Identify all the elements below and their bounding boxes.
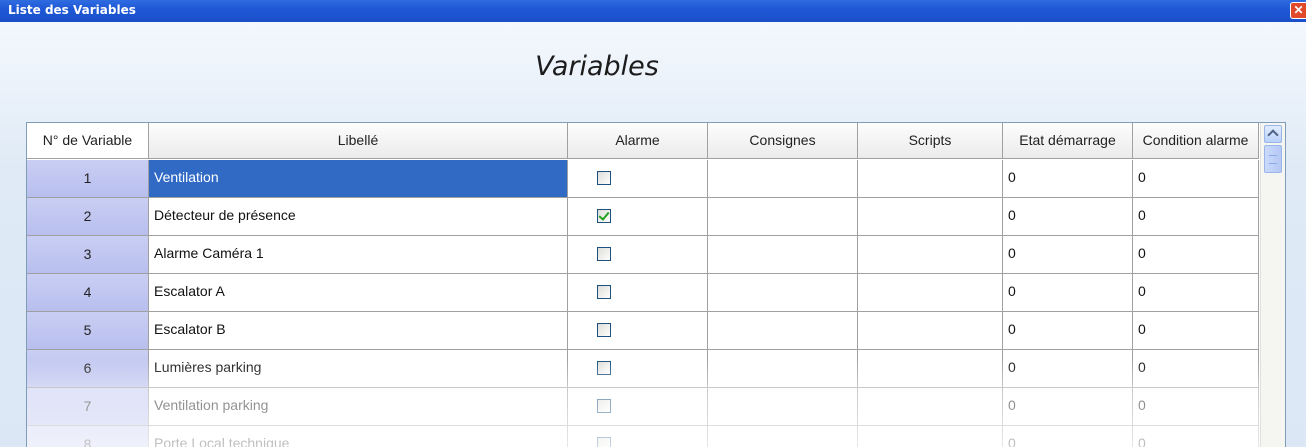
title-bar[interactable]: Liste des Variables ✕: [0, 0, 1306, 22]
row-label[interactable]: Alarme Caméra 1: [149, 236, 568, 274]
row-etat-demarrage[interactable]: 0: [1003, 350, 1133, 388]
close-icon: ✕: [1293, 3, 1304, 17]
row-label[interactable]: Escalator B: [149, 312, 568, 350]
column-header-etat-demarrage[interactable]: Etat démarrage: [1003, 123, 1133, 159]
row-label[interactable]: Porte Local technique: [149, 426, 568, 447]
column-header-alarm[interactable]: Alarme: [568, 123, 708, 159]
row-consignes[interactable]: [708, 312, 858, 350]
row-condition-alarme[interactable]: 0: [1133, 160, 1259, 198]
row-number[interactable]: 1: [27, 160, 149, 198]
alarm-checkbox[interactable]: [597, 323, 611, 337]
row-label[interactable]: Détecteur de présence: [149, 198, 568, 236]
window-title: Liste des Variables: [8, 3, 136, 17]
row-condition-alarme[interactable]: 0: [1133, 312, 1259, 350]
table-row[interactable]: 8 Porte Local technique 0 0: [27, 426, 1259, 447]
row-alarm[interactable]: [568, 350, 708, 388]
row-etat-demarrage[interactable]: 0: [1003, 236, 1133, 274]
row-number[interactable]: 3: [27, 236, 149, 274]
row-alarm[interactable]: [568, 388, 708, 426]
row-alarm[interactable]: [568, 198, 708, 236]
row-alarm[interactable]: [568, 426, 708, 447]
row-label[interactable]: Ventilation parking: [149, 388, 568, 426]
alarm-checkbox[interactable]: [597, 209, 611, 223]
row-number[interactable]: 8: [27, 426, 149, 447]
row-consignes[interactable]: [708, 350, 858, 388]
row-number[interactable]: 2: [27, 198, 149, 236]
row-condition-alarme[interactable]: 0: [1133, 426, 1259, 447]
row-etat-demarrage[interactable]: 0: [1003, 312, 1133, 350]
row-number[interactable]: 6: [27, 350, 149, 388]
row-consignes[interactable]: [708, 388, 858, 426]
table-row[interactable]: 1 Ventilation 0 0: [27, 160, 1259, 198]
row-etat-demarrage[interactable]: 0: [1003, 388, 1133, 426]
row-alarm[interactable]: [568, 236, 708, 274]
row-consignes[interactable]: [708, 198, 858, 236]
row-label[interactable]: Escalator A: [149, 274, 568, 312]
variables-grid: N° de Variable Libellé Alarme Consignes …: [26, 122, 1286, 447]
chevron-up-icon[interactable]: [1264, 125, 1282, 143]
row-etat-demarrage[interactable]: 0: [1003, 426, 1133, 447]
row-scripts[interactable]: [858, 388, 1003, 426]
table-row[interactable]: 4 Escalator A 00: [27, 274, 1259, 312]
row-etat-demarrage[interactable]: 0: [1003, 160, 1133, 198]
row-scripts[interactable]: [858, 312, 1003, 350]
alarm-checkbox[interactable]: [597, 361, 611, 375]
row-consignes[interactable]: [708, 274, 858, 312]
table-row[interactable]: 3 Alarme Caméra 1 00: [27, 236, 1259, 274]
row-etat-demarrage[interactable]: 0: [1003, 198, 1133, 236]
row-condition-alarme[interactable]: 0: [1133, 236, 1259, 274]
column-header-consignes[interactable]: Consignes: [708, 123, 858, 159]
alarm-checkbox[interactable]: [597, 247, 611, 261]
row-scripts[interactable]: [858, 160, 1003, 198]
row-number[interactable]: 5: [27, 312, 149, 350]
row-consignes[interactable]: [708, 160, 858, 198]
scroll-thumb[interactable]: [1264, 145, 1282, 173]
row-scripts[interactable]: [858, 350, 1003, 388]
table-row[interactable]: 2 Détecteur de présence 0 0: [27, 198, 1259, 236]
row-alarm[interactable]: [568, 274, 708, 312]
alarm-checkbox[interactable]: [597, 171, 611, 185]
alarm-checkbox[interactable]: [597, 285, 611, 299]
row-scripts[interactable]: [858, 426, 1003, 447]
header-row: N° de Variable Libellé Alarme Consignes …: [27, 123, 1259, 161]
row-condition-alarme[interactable]: 0: [1133, 198, 1259, 236]
row-number[interactable]: 4: [27, 274, 149, 312]
vertical-scrollbar[interactable]: [1260, 123, 1285, 447]
row-label[interactable]: Ventilation: [149, 160, 568, 198]
row-consignes[interactable]: [708, 236, 858, 274]
row-consignes[interactable]: [708, 426, 858, 447]
row-condition-alarme[interactable]: 0: [1133, 350, 1259, 388]
column-header-scripts[interactable]: Scripts: [858, 123, 1003, 159]
table-row[interactable]: 5 Escalator B 00: [27, 312, 1259, 350]
column-header-label[interactable]: Libellé: [149, 123, 568, 159]
page-title: Variables: [535, 51, 659, 82]
row-condition-alarme[interactable]: 0: [1133, 274, 1259, 312]
column-header-number[interactable]: N° de Variable: [27, 123, 149, 159]
row-scripts[interactable]: [858, 274, 1003, 312]
table-row[interactable]: 7 Ventilation parking 0 0: [27, 388, 1259, 426]
row-alarm[interactable]: [568, 312, 708, 350]
table-row[interactable]: 6 Lumières parking 0 0: [27, 350, 1259, 388]
row-scripts[interactable]: [858, 198, 1003, 236]
row-scripts[interactable]: [858, 236, 1003, 274]
row-alarm[interactable]: [568, 160, 708, 198]
row-etat-demarrage[interactable]: 0: [1003, 274, 1133, 312]
row-condition-alarme[interactable]: 0: [1133, 388, 1259, 426]
alarm-checkbox[interactable]: [597, 399, 611, 413]
row-label[interactable]: Lumières parking: [149, 350, 568, 388]
close-button[interactable]: ✕: [1290, 2, 1306, 19]
column-header-condition-alarme[interactable]: Condition alarme: [1133, 123, 1259, 159]
row-number[interactable]: 7: [27, 388, 149, 426]
